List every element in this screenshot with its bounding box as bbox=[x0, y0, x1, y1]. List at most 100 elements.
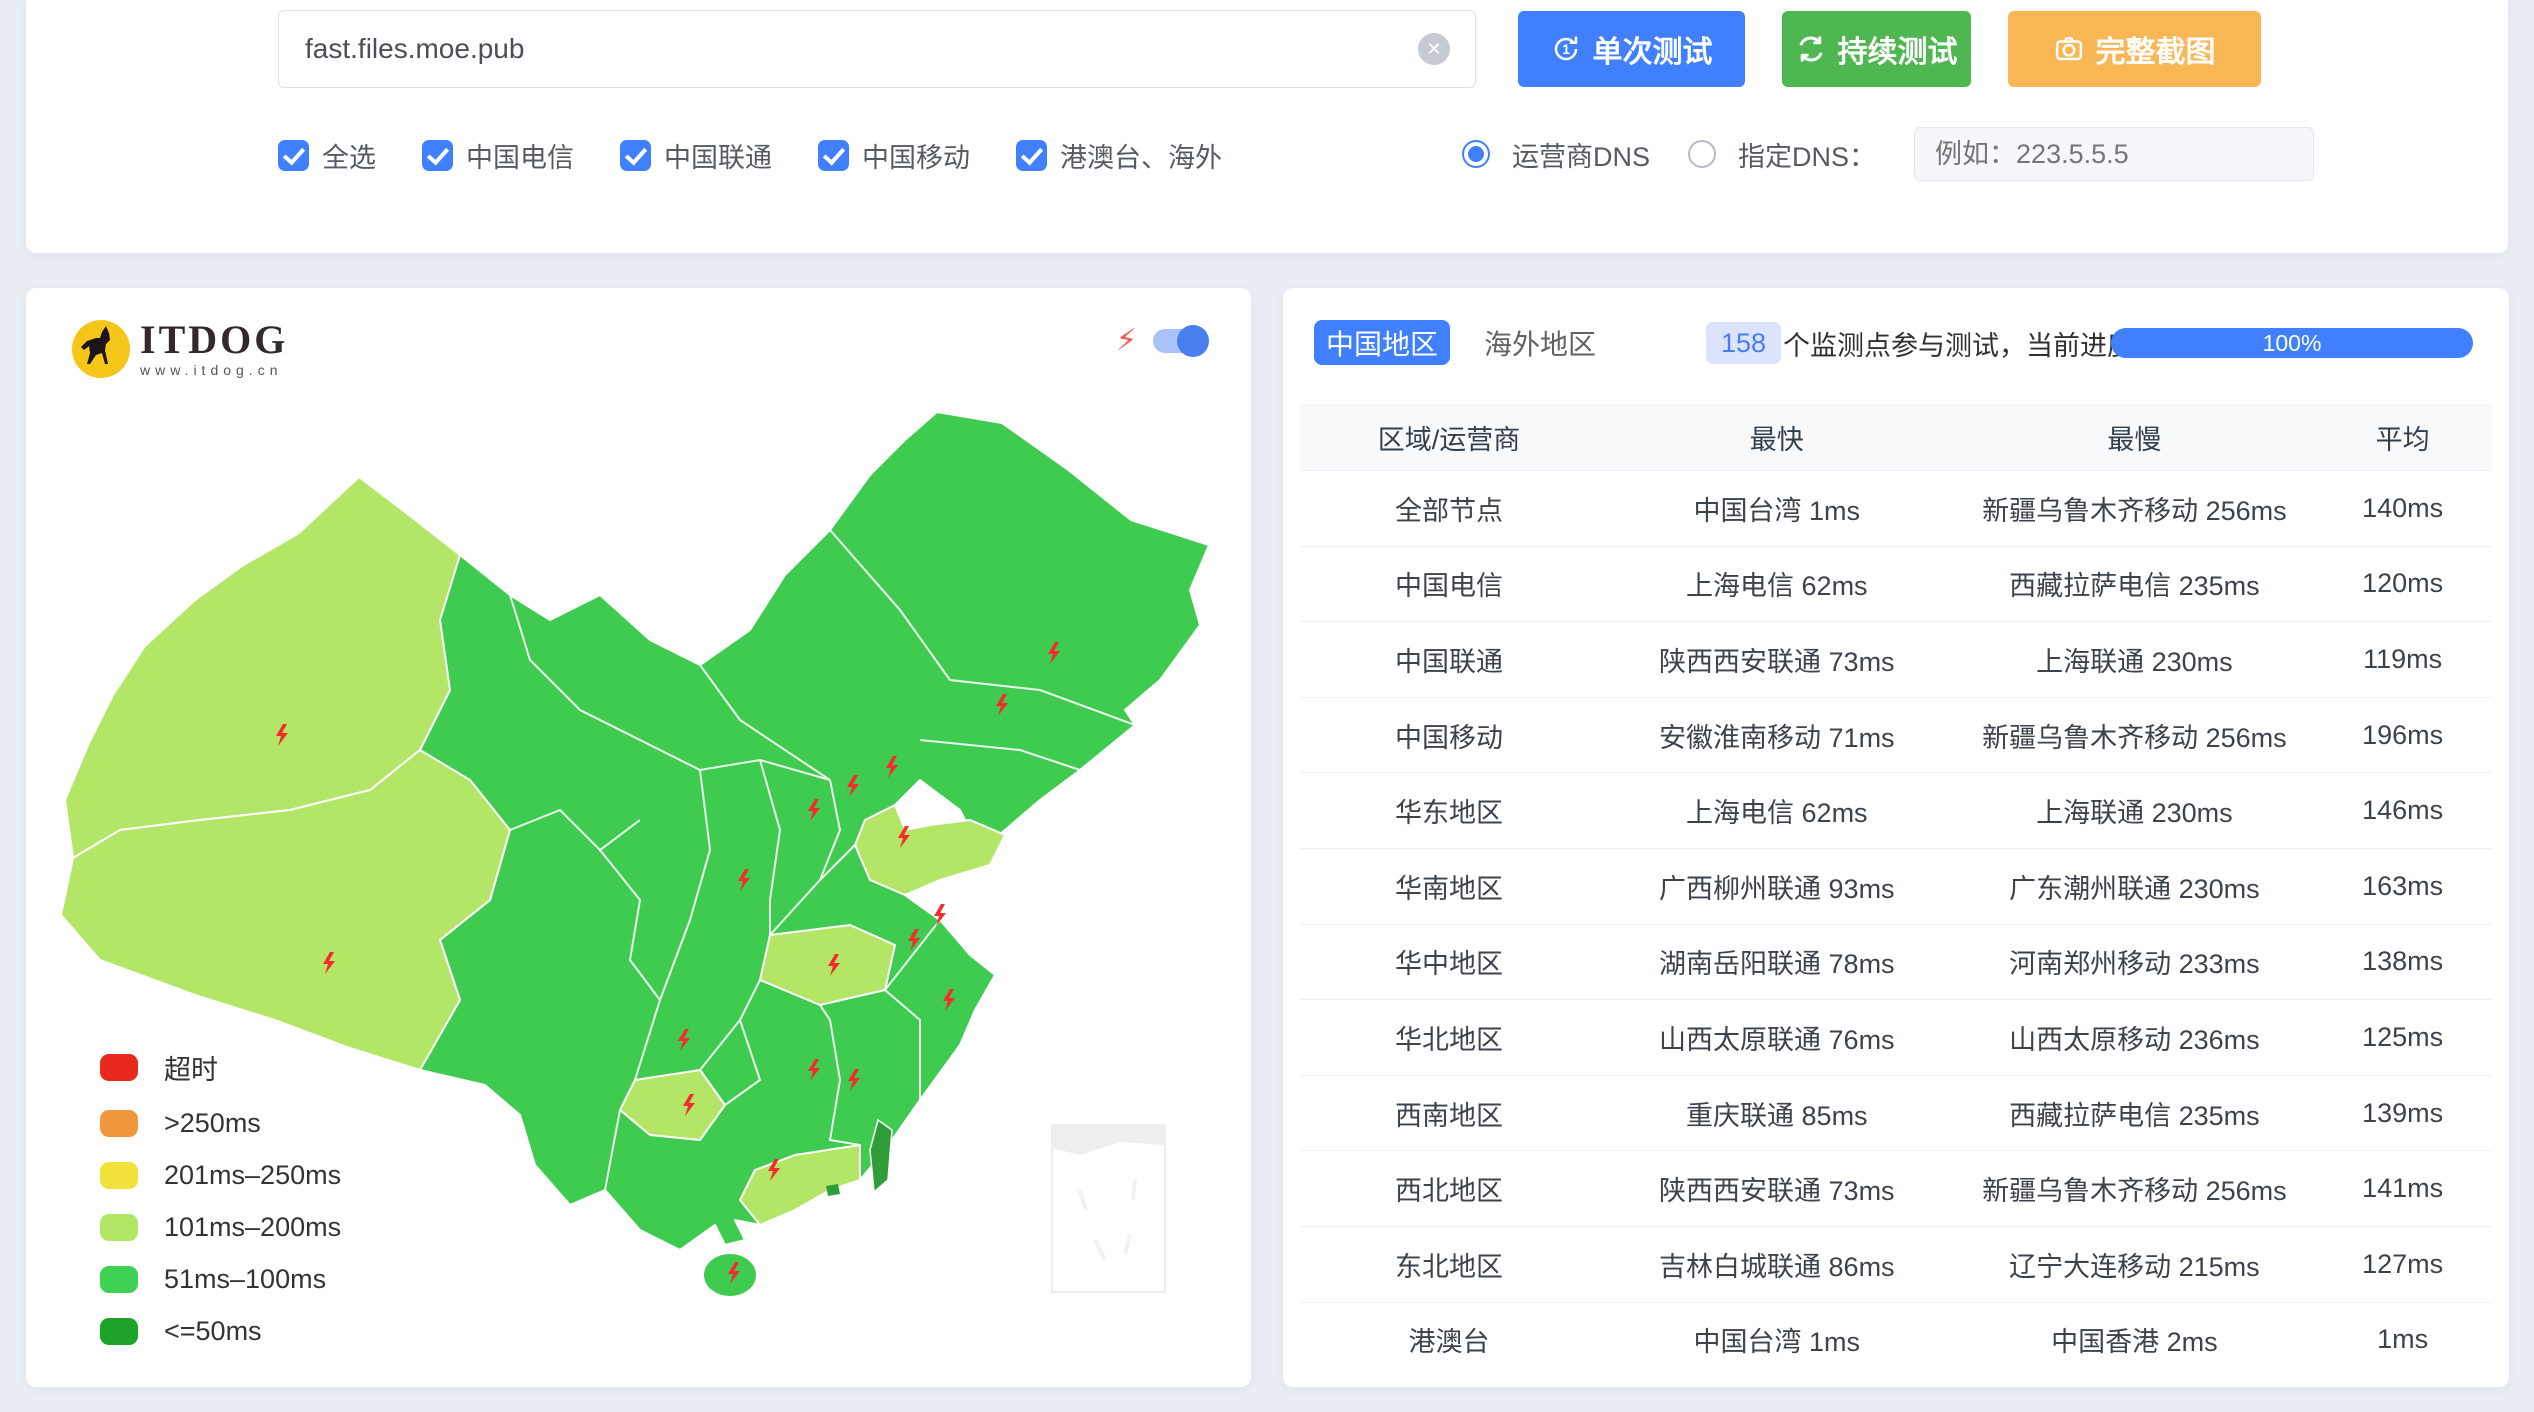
slowest-cell: 上海联通 230ms bbox=[1956, 640, 2314, 679]
single-test-button[interactable]: 1 单次测试 bbox=[1518, 11, 1745, 87]
region-cell: 西北地区 bbox=[1300, 1169, 1598, 1208]
refresh-once-icon: 1 bbox=[1551, 34, 1581, 64]
header-cell: 最慢 bbox=[1956, 418, 2314, 457]
slowest-cell: 广东潮州联通 230ms bbox=[1956, 867, 2314, 906]
legend-item: 101ms–200ms bbox=[100, 1212, 341, 1243]
host-input[interactable] bbox=[278, 10, 1476, 88]
table-row: 华东地区上海电信 62ms上海联通 230ms146ms bbox=[1300, 772, 2492, 848]
avg-cell: 140ms bbox=[2313, 493, 2492, 524]
filter-checkbox-1[interactable]: 中国电信 bbox=[422, 136, 574, 175]
region-cell: 华北地区 bbox=[1300, 1018, 1598, 1057]
table-row: 中国联通陕西西安联通 73ms上海联通 230ms119ms bbox=[1300, 621, 2492, 697]
filter-checkbox-0[interactable]: 全选 bbox=[278, 136, 376, 175]
legend-swatch bbox=[100, 1266, 138, 1293]
region-hongkong bbox=[826, 1184, 840, 1196]
results-table-body: 全部节点中国台湾 1ms新疆乌鲁木齐移动 256ms140ms中国电信上海电信 … bbox=[1300, 470, 2492, 1377]
filter-label: 全选 bbox=[322, 136, 376, 175]
filter-label: 中国联通 bbox=[664, 136, 772, 175]
slowest-cell: 河南郑州移动 233ms bbox=[1956, 942, 2314, 981]
fastest-cell: 湖南岳阳联通 78ms bbox=[1598, 942, 1956, 981]
repeat-icon bbox=[1796, 34, 1826, 64]
legend-item: 超时 bbox=[100, 1048, 341, 1087]
table-row: 华南地区广西柳州联通 93ms广东潮州联通 230ms163ms bbox=[1300, 848, 2492, 924]
custom-dns-input[interactable] bbox=[1914, 127, 2314, 181]
legend-item: 51ms–100ms bbox=[100, 1264, 341, 1295]
table-row: 全部节点中国台湾 1ms新疆乌鲁木齐移动 256ms140ms bbox=[1300, 470, 2492, 546]
table-row: 华北地区山西太原联通 76ms山西太原移动 236ms125ms bbox=[1300, 999, 2492, 1075]
itdog-dog-icon bbox=[72, 320, 130, 378]
checkbox-checked-icon[interactable] bbox=[422, 140, 453, 171]
clear-input-icon[interactable]: ✕ bbox=[1418, 33, 1450, 65]
legend-label: 201ms–250ms bbox=[164, 1160, 341, 1191]
header-cell: 区域/运营商 bbox=[1300, 418, 1598, 457]
results-card: 中国地区 海外地区 158 个监测点参与测试，当前进度： 100% 区域/运营商… bbox=[1283, 288, 2509, 1387]
slowest-cell: 西藏拉萨电信 235ms bbox=[1956, 1094, 2314, 1133]
filter-checkbox-4[interactable]: 港澳台、海外 bbox=[1016, 136, 1222, 175]
fastest-cell: 陕西西安联通 73ms bbox=[1598, 1169, 1956, 1208]
latency-legend: 超时>250ms201ms–250ms101ms–200ms51ms–100ms… bbox=[100, 1048, 341, 1347]
region-cell: 西南地区 bbox=[1300, 1094, 1598, 1133]
tab-overseas-region[interactable]: 海外地区 bbox=[1474, 320, 1606, 365]
progress-value: 100% bbox=[2263, 330, 2322, 357]
legend-swatch bbox=[100, 1214, 138, 1241]
fastest-cell: 上海电信 62ms bbox=[1598, 791, 1956, 830]
tab-china-region[interactable]: 中国地区 bbox=[1314, 320, 1450, 365]
marker-toggle[interactable] bbox=[1153, 329, 1205, 353]
legend-swatch bbox=[100, 1110, 138, 1137]
continuous-test-button[interactable]: 持续测试 bbox=[1782, 11, 1971, 87]
legend-swatch bbox=[100, 1054, 138, 1081]
header-cell: 最快 bbox=[1598, 418, 1956, 457]
avg-cell: 1ms bbox=[2313, 1324, 2492, 1355]
itdog-logo: ITDOG www.itdog.cn bbox=[72, 320, 288, 378]
avg-cell: 120ms bbox=[2313, 568, 2492, 599]
results-table: 区域/运营商最快最慢平均 全部节点中国台湾 1ms新疆乌鲁木齐移动 256ms1… bbox=[1300, 404, 2492, 1377]
checkbox-checked-icon[interactable] bbox=[1016, 140, 1047, 171]
avg-cell: 138ms bbox=[2313, 946, 2492, 977]
slowest-cell: 辽宁大连移动 215ms bbox=[1956, 1245, 2314, 1284]
fastest-cell: 广西柳州联通 93ms bbox=[1598, 867, 1956, 906]
checkbox-checked-icon[interactable] bbox=[818, 140, 849, 171]
progress-bar: 100% bbox=[2111, 328, 2473, 358]
table-row: 中国移动安徽淮南移动 71ms新疆乌鲁木齐移动 256ms196ms bbox=[1300, 697, 2492, 773]
fastest-cell: 山西太原联通 76ms bbox=[1598, 1018, 1956, 1057]
region-hainan bbox=[703, 1253, 757, 1297]
full-screenshot-button[interactable]: 完整截图 bbox=[2008, 11, 2261, 87]
slowest-cell: 新疆乌鲁木齐移动 256ms bbox=[1956, 1169, 2314, 1208]
monitor-count-badge: 158 bbox=[1706, 322, 1781, 364]
results-table-header: 区域/运营商最快最慢平均 bbox=[1300, 404, 2492, 470]
logo-title: ITDOG bbox=[140, 320, 288, 360]
legend-item: <=50ms bbox=[100, 1316, 341, 1347]
slowest-cell: 中国香港 2ms bbox=[1956, 1320, 2314, 1359]
legend-label: <=50ms bbox=[164, 1316, 262, 1347]
table-row: 中国电信上海电信 62ms西藏拉萨电信 235ms120ms bbox=[1300, 546, 2492, 622]
table-row: 华中地区湖南岳阳联通 78ms河南郑州移动 233ms138ms bbox=[1300, 924, 2492, 1000]
legend-label: 101ms–200ms bbox=[164, 1212, 341, 1243]
region-cell: 中国电信 bbox=[1300, 564, 1598, 603]
fastest-cell: 吉林白城联通 86ms bbox=[1598, 1245, 1956, 1284]
table-row: 西南地区重庆联通 85ms西藏拉萨电信 235ms139ms bbox=[1300, 1075, 2492, 1151]
filter-checkbox-3[interactable]: 中国移动 bbox=[818, 136, 970, 175]
legend-item: 201ms–250ms bbox=[100, 1160, 341, 1191]
radio-carrier-dns-label: 运营商DNS bbox=[1512, 135, 1650, 174]
region-cell: 华中地区 bbox=[1300, 942, 1598, 981]
south-china-sea-inset bbox=[1052, 1125, 1165, 1292]
slowest-cell: 山西太原移动 236ms bbox=[1956, 1018, 2314, 1057]
slowest-cell: 新疆乌鲁木齐移动 256ms bbox=[1956, 716, 2314, 755]
filter-label: 中国电信 bbox=[466, 136, 574, 175]
checkbox-checked-icon[interactable] bbox=[620, 140, 651, 171]
radio-custom-dns[interactable] bbox=[1688, 140, 1716, 168]
avg-cell: 139ms bbox=[2313, 1098, 2492, 1129]
china-map-card: ITDOG www.itdog.cn ⚡ bbox=[26, 288, 1251, 1387]
filter-checkbox-2[interactable]: 中国联通 bbox=[620, 136, 772, 175]
slowest-cell: 新疆乌鲁木齐移动 256ms bbox=[1956, 489, 2314, 528]
radio-carrier-dns[interactable] bbox=[1462, 140, 1490, 168]
region-cell: 华东地区 bbox=[1300, 791, 1598, 830]
carrier-filter-row: 全选 中国电信 中国联通 中国移动 港澳台、海外 bbox=[278, 134, 1222, 176]
avg-cell: 141ms bbox=[2313, 1173, 2492, 1204]
radio-custom-dns-label: 指定DNS： bbox=[1738, 135, 1876, 174]
avg-cell: 163ms bbox=[2313, 871, 2492, 902]
table-row: 东北地区吉林白城联通 86ms辽宁大连移动 215ms127ms bbox=[1300, 1226, 2492, 1302]
fastest-cell: 陕西西安联通 73ms bbox=[1598, 640, 1956, 679]
checkbox-checked-icon[interactable] bbox=[278, 140, 309, 171]
camera-icon bbox=[2054, 34, 2084, 64]
